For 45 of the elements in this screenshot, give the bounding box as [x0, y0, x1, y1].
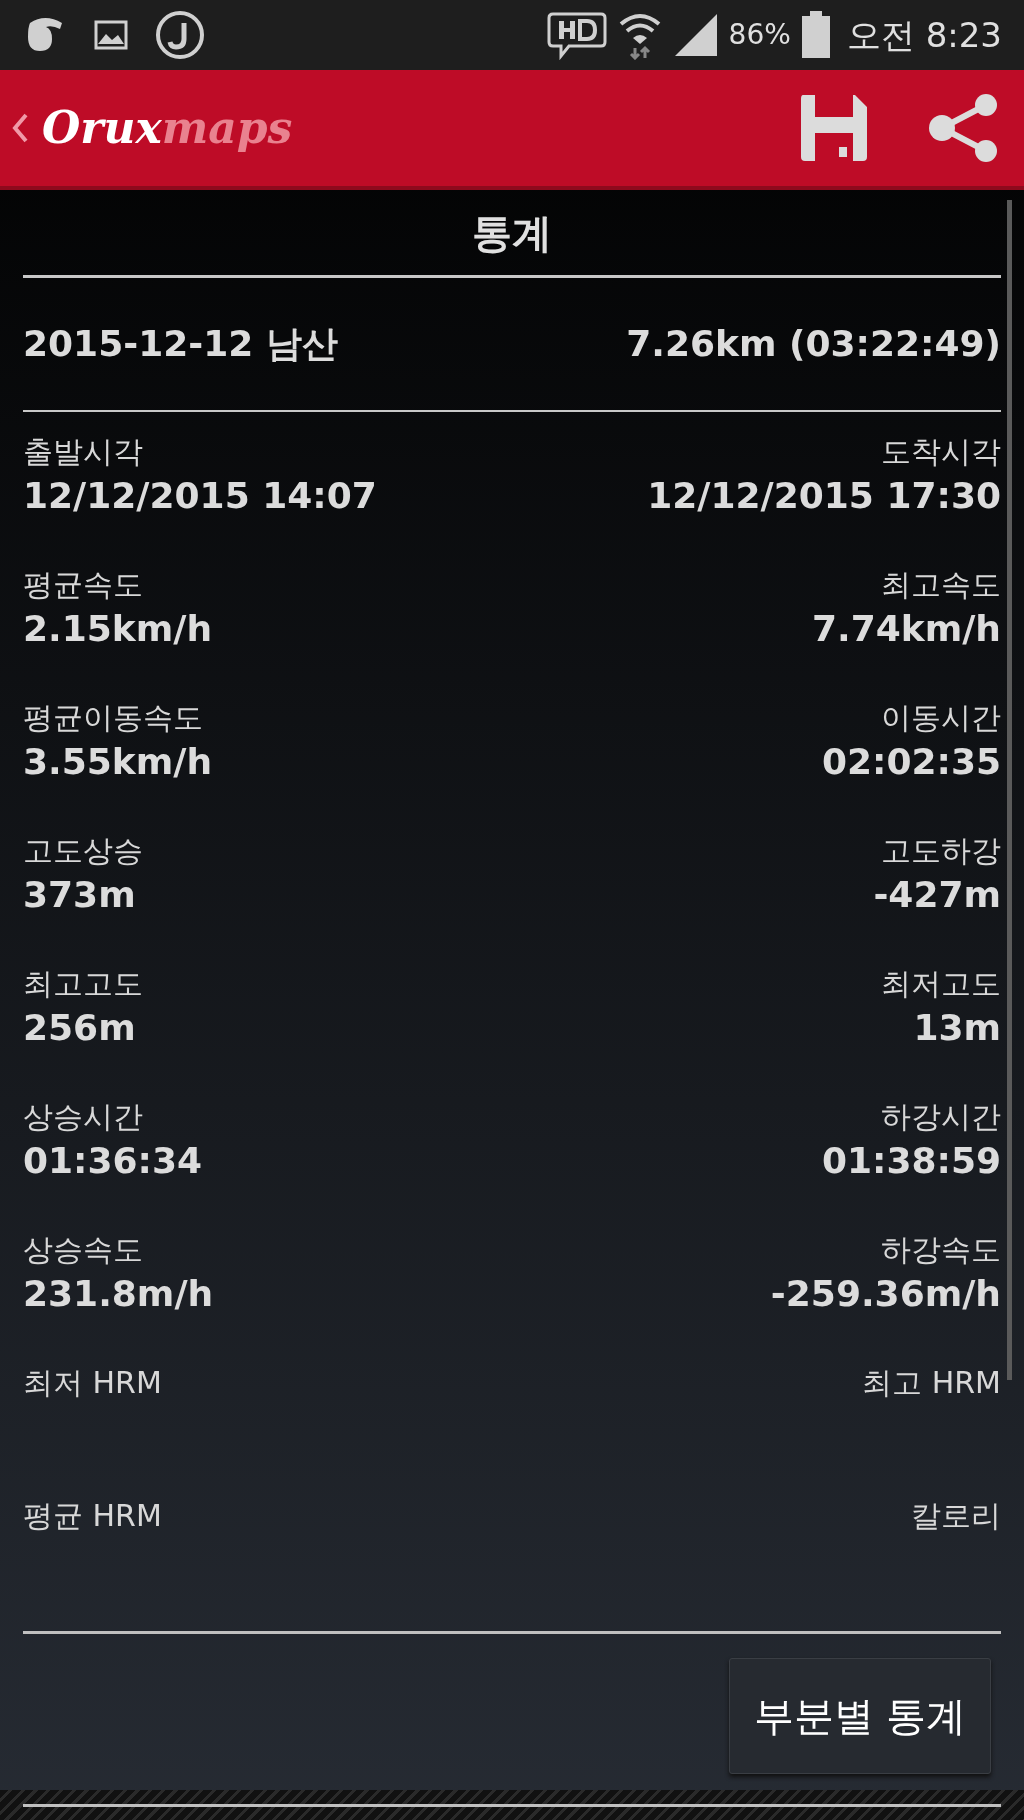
stat-value: -259.36m/h	[770, 1272, 1001, 1316]
segment-stats-button[interactable]: 부분별 통계	[729, 1658, 991, 1774]
stat-label: 출발시각	[23, 433, 143, 471]
screen-title: 통계	[472, 208, 552, 258]
circle-j-icon	[154, 9, 206, 61]
stat-value: 12/12/2015 14:07	[23, 474, 377, 518]
hd-icon	[546, 10, 607, 60]
stat-value: 01:38:59	[821, 1139, 1001, 1183]
stat-label: 최고고도	[23, 965, 143, 1003]
stat-label: 도착시각	[881, 433, 1001, 471]
stat-value: 13m	[913, 1006, 1001, 1050]
stat-label: 평균이동속도	[23, 699, 203, 737]
stat-label: 최고속도	[881, 566, 1001, 604]
stat-label: 평균속도	[23, 566, 143, 604]
battery-percent: 86%	[728, 17, 791, 53]
stat-label: 고도상승	[23, 832, 143, 870]
stat-label: 고도하강	[881, 832, 1001, 870]
stat-value: 2.15km/h	[23, 607, 213, 651]
stat-value: -427m	[873, 873, 1001, 917]
stat-label: 최저고도	[881, 965, 1001, 1003]
stat-value: 02:02:35	[821, 740, 1001, 784]
stat-value: 3.55km/h	[23, 740, 213, 784]
stat-label: 상승시간	[23, 1098, 143, 1136]
stat-label: 하강속도	[881, 1231, 1001, 1269]
stat-label: 하강시간	[881, 1098, 1001, 1136]
stat-label: 이동시간	[881, 699, 1001, 737]
track-name: 2015-12-12 남산	[23, 322, 338, 366]
stat-value: 231.8m/h	[23, 1272, 214, 1316]
stat-label: 칼로리	[911, 1497, 1001, 1535]
stat-value: 7.74km/h	[811, 607, 1001, 651]
image-icon	[94, 20, 128, 50]
stat-value: 256m	[23, 1006, 136, 1050]
battery-icon	[800, 11, 831, 59]
back-chevron-icon	[12, 113, 28, 143]
stat-value: 12/12/2015 17:30	[647, 474, 1001, 518]
clock: 오전 8:23	[846, 13, 1002, 57]
stat-value: 01:36:34	[23, 1139, 203, 1183]
track-summary: 7.26km (03:22:49)	[626, 322, 1001, 366]
app-logo: Oruxmaps	[42, 101, 293, 155]
stat-label: 최저 HRM	[23, 1364, 162, 1402]
stat-label: 평균 HRM	[23, 1497, 162, 1535]
back-button[interactable]: Oruxmaps	[12, 95, 293, 161]
stat-value: 373m	[23, 873, 136, 917]
stat-label: 최고 HRM	[862, 1364, 1001, 1402]
stat-label: 상승속도	[23, 1231, 143, 1269]
